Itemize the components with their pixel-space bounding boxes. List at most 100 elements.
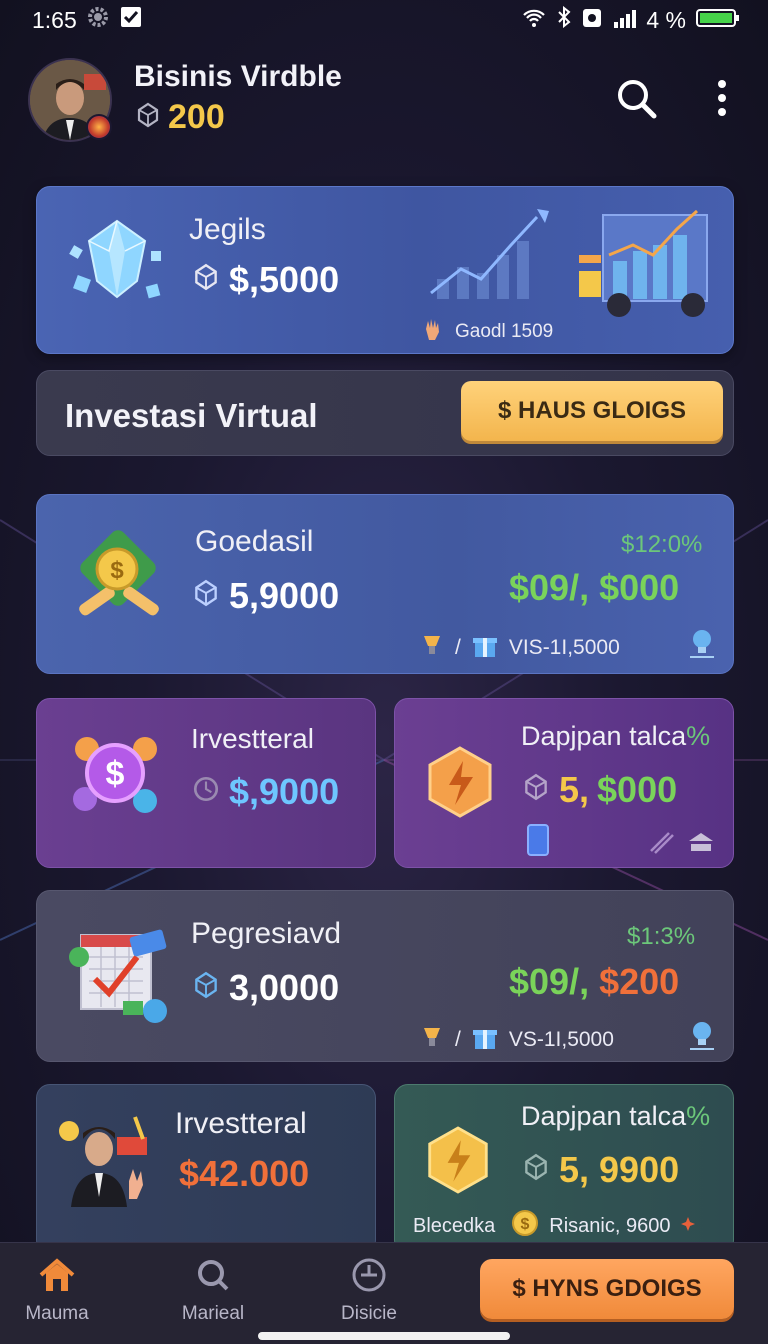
nav-label: Mauma	[25, 1303, 89, 1324]
irvestteral-card[interactable]: $ Irvestteral $,9000	[36, 698, 376, 868]
goedasil-meta: / VIS-1I,5000	[419, 631, 620, 665]
dapjpan-2-pct-suffix: %	[686, 1101, 711, 1131]
goedasil-amount-value: 5,9000	[229, 575, 340, 616]
irvestteral-amount: $,9000	[191, 771, 339, 813]
haus-gloigs-button[interactable]: $ HAUS GLOIGS	[461, 381, 723, 441]
svg-text:$: $	[106, 755, 125, 793]
dapjpan-2-left-label: Blecedka	[413, 1214, 496, 1237]
growth-chart-icon	[427, 207, 557, 308]
goedasil-percent: $12:0%	[621, 531, 703, 558]
settings-gear-icon	[87, 6, 109, 34]
hero-meta-text: Gaodl 1509	[455, 321, 554, 342]
hero-meta: Gaodl 1509	[421, 317, 553, 347]
pegresiavd-amount-value: 3,0000	[229, 967, 340, 1008]
nav-label: Disicie	[341, 1303, 397, 1324]
money-diamond-icon: $	[67, 525, 167, 630]
hexagon-bolt-icon	[425, 745, 495, 824]
hyns-gdoigs-button[interactable]: $ HYNS GDOIGS	[480, 1259, 734, 1319]
dapjpan-2-right-label: Risanic, 9600	[549, 1214, 671, 1237]
goedasil-card[interactable]: $ Goedasil 5,9000 $12:0% $09/, $000 / VI…	[36, 494, 734, 674]
gem-outline-icon	[521, 1149, 551, 1191]
search-icon	[193, 1260, 233, 1298]
hexagon-bolt-icon	[425, 1125, 491, 1200]
gem-outline-icon	[191, 259, 221, 301]
meta-slash: /	[455, 636, 461, 659]
phone-icon	[525, 823, 551, 862]
pegresiavd-title: Pegresiavd	[191, 917, 342, 950]
gem-outline-icon	[521, 769, 551, 811]
dapjpan-amount-b: $000	[597, 769, 678, 810]
coin-amount: 200	[168, 98, 225, 136]
more-vertical-icon[interactable]	[708, 76, 736, 120]
pegresiavd-percent: $1:3%	[627, 923, 696, 950]
nav-item-search[interactable]: Marieal	[158, 1257, 268, 1325]
svg-text:$: $	[521, 1216, 530, 1233]
gem-outline-icon	[191, 967, 221, 1009]
avatar-badge-icon	[86, 114, 112, 140]
goedasil-value: $09/, $000	[509, 567, 680, 608]
nav-item-home[interactable]: Mauma	[2, 1257, 112, 1325]
dapjpan-2-amount-value: 5, 9900	[559, 1149, 680, 1190]
pegresiavd-value: $09/, $200	[509, 961, 679, 1003]
wifi-icon	[522, 7, 546, 34]
pegresiavd-amount: 3,0000	[191, 967, 339, 1009]
dapjpan-card[interactable]: Dapjpan talca% 5, $000	[394, 698, 734, 868]
pegresiavd-value-a: $09/,	[509, 961, 590, 1002]
businessman-icon	[55, 1111, 155, 1212]
dapjpan-2-title: Dapjpan talca%	[521, 1101, 710, 1132]
irvestteral-2-title: Irvestteral	[175, 1107, 307, 1140]
hero-title: Jegils	[189, 213, 266, 246]
meta-slash: /	[455, 1028, 461, 1051]
gem-outline-icon	[191, 575, 221, 617]
bluetooth-icon	[556, 5, 572, 34]
pencil-icon	[647, 827, 675, 860]
dapjpan-2-meta: Blecedka $ Risanic, 9600	[413, 1209, 696, 1243]
dapjpan-title-text: Dapjpan talca	[521, 721, 687, 751]
dapjpan-title: Dapjpan talca%	[521, 721, 710, 752]
home-indicator[interactable]	[258, 1332, 510, 1340]
portfolio-hero-card[interactable]: Jegils $,5000 Gaodl 1509	[36, 186, 734, 354]
cart-chart-icon	[573, 205, 713, 330]
hero-amount-value: $,5000	[229, 259, 340, 300]
app-title: Bisinis Virdble	[134, 60, 342, 93]
lamp-icon	[419, 632, 445, 664]
gem-outline-icon	[134, 101, 162, 134]
crystal-icon	[67, 215, 167, 316]
goedasil-amount: 5,9000	[191, 575, 339, 617]
dapjpan-card-2[interactable]: Dapjpan talca% 5, 9900 Blecedka $ Risani…	[394, 1084, 734, 1254]
signal-icon	[612, 7, 637, 34]
battery-icon	[696, 7, 740, 34]
coin-balance: 200	[134, 98, 225, 137]
gold-coin-icon: $	[511, 1209, 539, 1243]
home-small-icon	[687, 831, 715, 858]
gift-icon	[471, 631, 499, 665]
bottom-nav: Mauma Marieal Disicie $ HYNS GDOIGS	[0, 1242, 768, 1344]
calendar-chart-icon	[67, 923, 177, 1038]
investasi-strip: Investasi Virtual $ HAUS GLOIGS	[36, 370, 734, 456]
nfc-icon	[582, 7, 602, 34]
pegresiavd-meta-text: VS-1I,5000	[508, 1028, 614, 1051]
battery-percent: 4 %	[646, 6, 686, 33]
gem-outline-icon	[191, 771, 221, 813]
irvestteral-card-2[interactable]: Irvestteral $42.000	[36, 1084, 376, 1254]
lightbulb-icon	[687, 627, 717, 664]
dapjpan-2-amount: 5, 9900	[521, 1149, 679, 1191]
pegresiavd-meta: / VS-1I,5000	[419, 1023, 614, 1057]
clock-icon	[349, 1258, 389, 1298]
nav-item-disicie[interactable]: Disicie	[314, 1257, 424, 1325]
home-icon	[37, 1258, 77, 1298]
search-icon[interactable]	[614, 76, 658, 120]
dapjpan-amount-a: 5,	[559, 769, 590, 810]
dapjpan-amount: 5, $000	[521, 769, 677, 811]
section-title: Investasi Virtual	[65, 397, 318, 434]
pegresiavd-card[interactable]: Pegresiavd 3,0000 $1:3% $09/, $200 / VS-…	[36, 890, 734, 1062]
pegresiavd-value-b: $200	[599, 961, 680, 1002]
goedasil-title: Goedasil	[195, 525, 314, 558]
dapjpan-2-title-text: Dapjpan talca	[521, 1101, 687, 1131]
irvestteral-title: Irvestteral	[191, 723, 314, 754]
hand-icon	[421, 317, 445, 347]
lamp-icon	[419, 1024, 445, 1056]
badge-dot-icon	[680, 1215, 696, 1238]
status-bar: 1:65 4 %	[0, 0, 768, 40]
coins-stack-icon: $	[67, 729, 167, 830]
